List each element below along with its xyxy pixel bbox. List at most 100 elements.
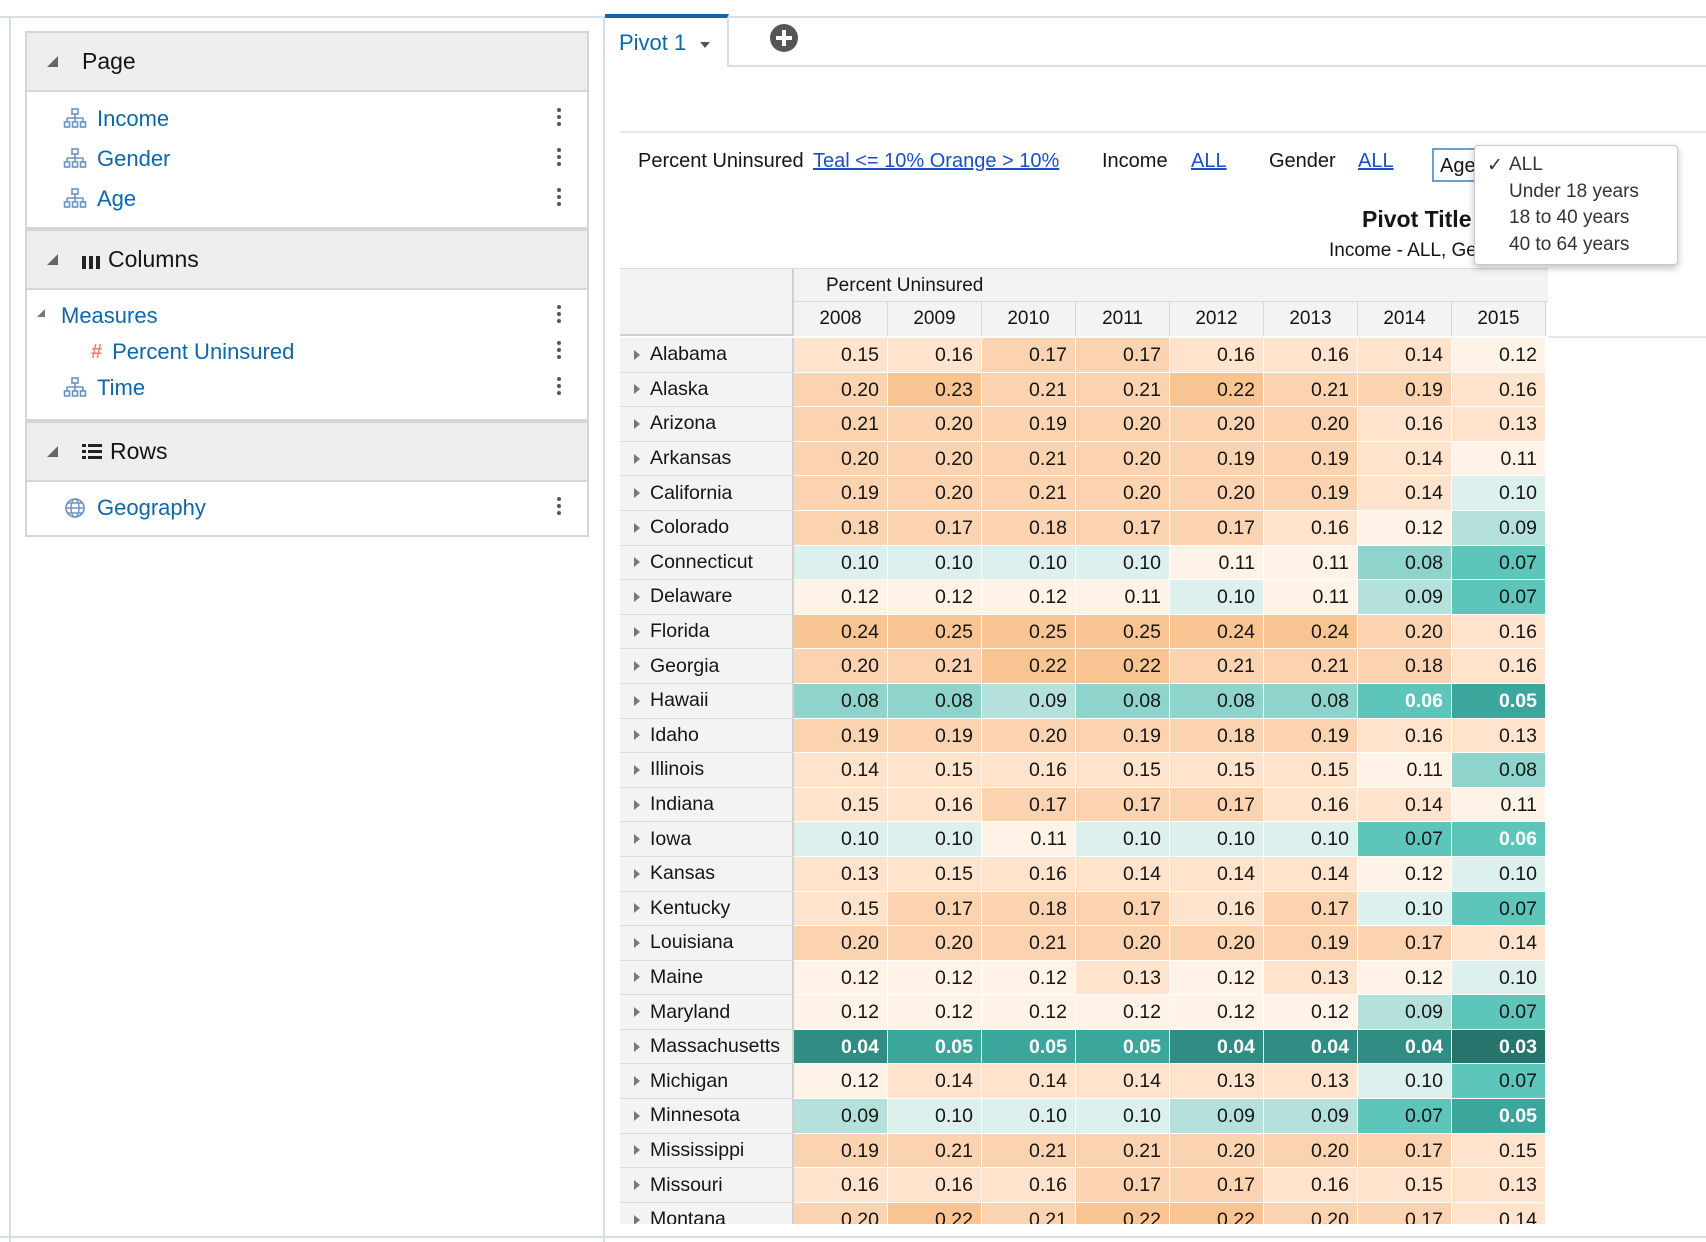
table-cell[interactable]: 0.17 (1170, 510, 1264, 546)
table-cell[interactable]: 0.10 (982, 545, 1076, 581)
expand-row-icon[interactable] (634, 418, 640, 429)
table-cell[interactable]: 0.21 (982, 476, 1076, 511)
table-cell[interactable]: 0.13 (1264, 1064, 1358, 1100)
table-cell[interactable]: 0.20 (888, 441, 982, 477)
year-header-2009[interactable]: 2009 (888, 302, 982, 336)
table-cell[interactable]: 0.11 (1264, 580, 1358, 615)
table-cell[interactable]: 0.15 (794, 891, 888, 927)
row-header[interactable]: Mississippi (620, 1133, 794, 1169)
table-cell[interactable]: 0.20 (1264, 1133, 1358, 1169)
table-cell[interactable]: 0.22 (1170, 1202, 1264, 1224)
table-cell[interactable]: 0.25 (982, 614, 1076, 650)
row-header[interactable]: California (620, 476, 794, 511)
table-cell[interactable]: 0.10 (888, 545, 982, 581)
table-cell[interactable]: 0.15 (1170, 753, 1264, 788)
table-cell[interactable]: 0.12 (1358, 856, 1452, 892)
rows-section-header[interactable]: Rows (25, 421, 589, 482)
table-cell[interactable]: 0.19 (1170, 441, 1264, 477)
table-cell[interactable]: 0.15 (794, 787, 888, 823)
table-cell[interactable]: 0.13 (1452, 1168, 1546, 1203)
table-cell[interactable]: 0.19 (794, 718, 888, 754)
table-cell[interactable]: 0.14 (888, 1064, 982, 1100)
table-cell[interactable]: 0.20 (794, 1202, 888, 1224)
table-cell[interactable]: 0.20 (982, 718, 1076, 754)
year-header-2012[interactable]: 2012 (1170, 302, 1264, 336)
table-cell[interactable]: 0.10 (1170, 822, 1264, 857)
expand-row-icon[interactable] (634, 557, 640, 568)
expand-row-icon[interactable] (634, 1110, 640, 1121)
table-cell[interactable]: 0.20 (1076, 441, 1170, 477)
table-cell[interactable]: 0.08 (1170, 683, 1264, 719)
table-cell[interactable]: 0.16 (1452, 372, 1546, 408)
table-cell[interactable]: 0.07 (1452, 1064, 1546, 1100)
table-cell[interactable]: 0.20 (1170, 926, 1264, 961)
table-cell[interactable]: 0.13 (1076, 960, 1170, 996)
table-cell[interactable]: 0.20 (1076, 407, 1170, 442)
table-cell[interactable]: 0.12 (1358, 510, 1452, 546)
table-cell[interactable]: 0.17 (1076, 787, 1170, 823)
table-cell[interactable]: 0.17 (1170, 1168, 1264, 1203)
table-cell[interactable]: 0.10 (1170, 580, 1264, 615)
table-cell[interactable]: 0.14 (1358, 476, 1452, 511)
year-header-2010[interactable]: 2010 (982, 302, 1076, 336)
table-cell[interactable]: 0.10 (1452, 476, 1546, 511)
table-cell[interactable]: 0.14 (982, 1064, 1076, 1100)
expand-row-icon[interactable] (634, 1145, 640, 1156)
year-header-2013[interactable]: 2013 (1264, 302, 1358, 336)
table-cell[interactable]: 0.24 (1170, 614, 1264, 650)
year-header-2015[interactable]: 2015 (1452, 302, 1546, 336)
table-cell[interactable]: 0.10 (1358, 1064, 1452, 1100)
dropdown-option[interactable]: 18 to 40 years (1475, 207, 1677, 234)
table-cell[interactable]: 0.11 (982, 822, 1076, 857)
expand-row-icon[interactable] (634, 1214, 640, 1224)
table-cell[interactable]: 0.20 (1170, 1133, 1264, 1169)
row-header[interactable]: Maine (620, 960, 794, 996)
row-header[interactable]: Maryland (620, 995, 794, 1030)
row-header[interactable]: Alabama (620, 338, 794, 373)
table-cell[interactable]: 0.20 (794, 926, 888, 961)
add-tab-icon[interactable] (770, 24, 798, 52)
row-header[interactable]: Michigan (620, 1064, 794, 1100)
table-cell[interactable]: 0.09 (1170, 1099, 1264, 1134)
table-cell[interactable]: 0.10 (888, 822, 982, 857)
table-cell[interactable]: 0.16 (1358, 407, 1452, 442)
rows-item-geography[interactable]: Geography (27, 488, 587, 528)
table-cell[interactable]: 0.17 (888, 891, 982, 927)
table-cell[interactable]: 0.22 (1170, 372, 1264, 408)
table-cell[interactable]: 0.21 (982, 926, 1076, 961)
table-cell[interactable]: 0.12 (982, 960, 1076, 996)
table-cell[interactable]: 0.10 (1076, 1099, 1170, 1134)
row-header[interactable]: Arizona (620, 407, 794, 442)
kebab-menu-icon[interactable] (557, 497, 561, 519)
kebab-menu-icon[interactable] (557, 148, 561, 170)
table-cell[interactable]: 0.12 (1452, 338, 1546, 373)
row-header[interactable]: Connecticut (620, 545, 794, 581)
table-cell[interactable]: 0.08 (1264, 683, 1358, 719)
table-cell[interactable]: 0.12 (1358, 960, 1452, 996)
row-header[interactable]: Florida (620, 614, 794, 650)
dropdown-option[interactable]: 40 to 64 years (1475, 234, 1677, 261)
table-cell[interactable]: 0.16 (888, 1168, 982, 1203)
table-cell[interactable]: 0.08 (888, 683, 982, 719)
table-cell[interactable]: 0.16 (1358, 718, 1452, 754)
table-cell[interactable]: 0.10 (1076, 822, 1170, 857)
table-cell[interactable]: 0.05 (1076, 1029, 1170, 1065)
table-cell[interactable]: 0.19 (1358, 372, 1452, 408)
table-cell[interactable]: 0.17 (982, 338, 1076, 373)
table-cell[interactable]: 0.20 (1264, 407, 1358, 442)
table-cell[interactable]: 0.04 (794, 1029, 888, 1065)
table-cell[interactable]: 0.10 (982, 1099, 1076, 1134)
table-cell[interactable]: 0.18 (1170, 718, 1264, 754)
expand-row-icon[interactable] (634, 453, 640, 464)
table-cell[interactable]: 0.20 (794, 441, 888, 477)
collapse-triangle-icon[interactable] (47, 56, 58, 67)
table-cell[interactable]: 0.17 (1264, 891, 1358, 927)
row-header[interactable]: Kentucky (620, 891, 794, 927)
row-header[interactable]: Indiana (620, 787, 794, 823)
table-cell[interactable]: 0.13 (1264, 960, 1358, 996)
row-header[interactable]: Minnesota (620, 1099, 794, 1134)
table-cell[interactable]: 0.14 (1452, 926, 1546, 961)
table-cell[interactable]: 0.21 (794, 407, 888, 442)
table-cell[interactable]: 0.12 (982, 580, 1076, 615)
table-cell[interactable]: 0.20 (1170, 476, 1264, 511)
